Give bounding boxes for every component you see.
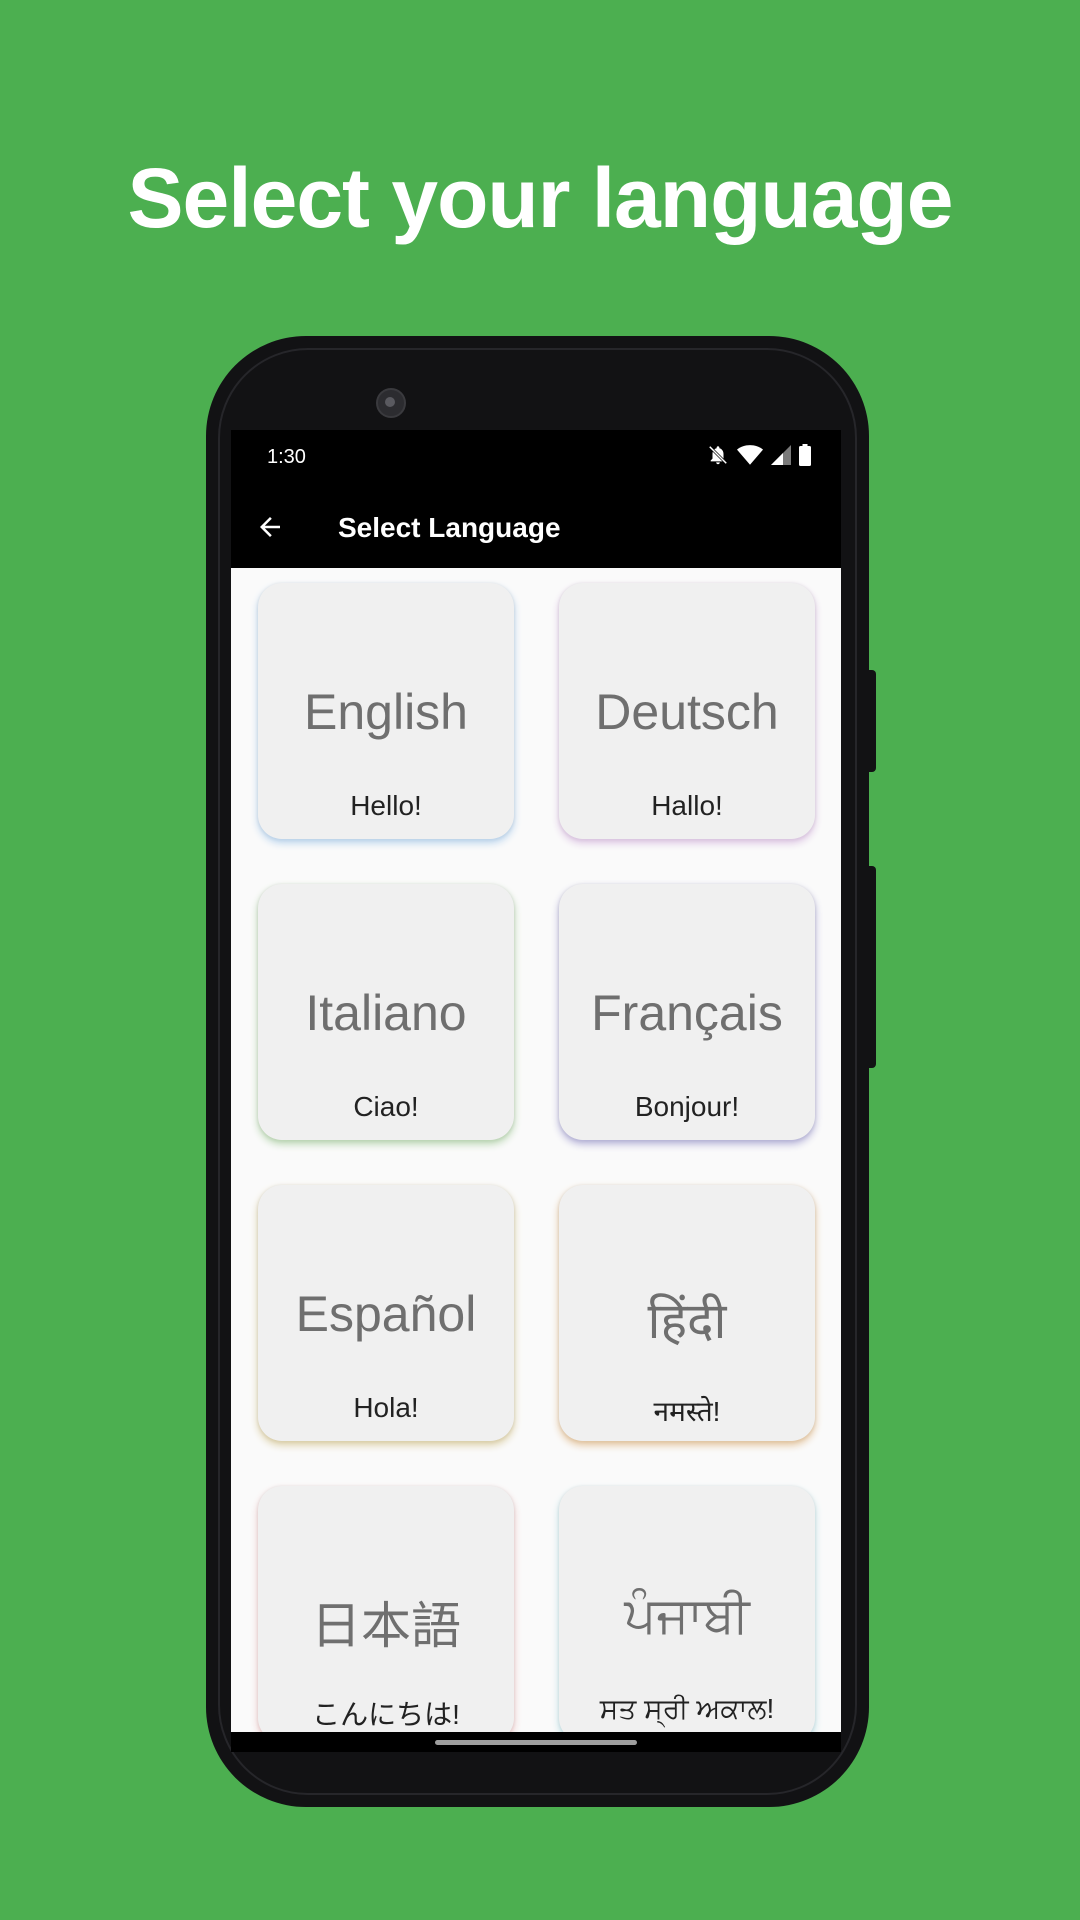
back-arrow-icon[interactable] <box>255 512 285 542</box>
page-headline: Select your language <box>127 151 954 245</box>
phone-screen: 1:30 Select Language English Hello! Deut… <box>231 430 841 1752</box>
volume-button <box>869 866 876 1068</box>
language-name: Deutsch <box>595 684 779 740</box>
language-card[interactable]: Deutsch Hallo! <box>559 583 815 839</box>
language-greeting: Hallo! <box>651 790 723 821</box>
language-card[interactable]: Italiano Ciao! <box>258 884 514 1140</box>
language-card[interactable]: ਪੰਜਾਬੀ ਸਤ ਸ੍ਰੀ ਅਕਾਲ! <box>559 1486 815 1732</box>
language-name: Italiano <box>305 985 467 1041</box>
language-greeting: Hello! <box>350 790 422 821</box>
app-bar: Select Language <box>231 486 841 568</box>
navigation-bar <box>231 1732 841 1752</box>
status-time: 1:30 <box>267 446 306 468</box>
language-greeting: こんにちは! <box>312 1699 460 1730</box>
language-greeting: नमस्ते! <box>653 1396 721 1427</box>
notifications-off-icon <box>708 445 728 465</box>
language-name: ਪੰਜਾਬੀ <box>624 1587 750 1643</box>
language-grid: English Hello! Deutsch Hallo! Italiano C… <box>231 568 841 1732</box>
language-name: English <box>304 684 468 740</box>
power-button <box>869 670 876 772</box>
language-card[interactable]: Español Hola! <box>258 1185 514 1441</box>
language-card[interactable]: Français Bonjour! <box>559 884 815 1140</box>
language-name: हिंदी <box>647 1293 727 1349</box>
language-card[interactable]: 日本語 こんにちは! <box>258 1486 514 1732</box>
gesture-handle[interactable] <box>435 1740 637 1745</box>
language-name: Français <box>591 985 783 1041</box>
language-card[interactable]: हिंदी नमस्ते! <box>559 1185 815 1441</box>
wifi-icon <box>737 445 763 465</box>
battery-icon <box>799 444 811 466</box>
language-greeting: ਸਤ ਸ੍ਰੀ ਅਕਾਲ! <box>599 1693 775 1724</box>
language-name: Español <box>295 1286 477 1342</box>
app-bar-title: Select Language <box>338 512 561 543</box>
status-bar: 1:30 <box>231 430 841 486</box>
front-camera-icon <box>376 388 406 418</box>
signal-icon <box>771 445 791 465</box>
language-greeting: Ciao! <box>353 1091 419 1122</box>
language-card[interactable]: English Hello! <box>258 583 514 839</box>
language-name: 日本語 <box>311 1598 461 1654</box>
status-icons <box>707 444 811 466</box>
language-greeting: Hola! <box>353 1392 419 1423</box>
language-greeting: Bonjour! <box>634 1091 740 1122</box>
